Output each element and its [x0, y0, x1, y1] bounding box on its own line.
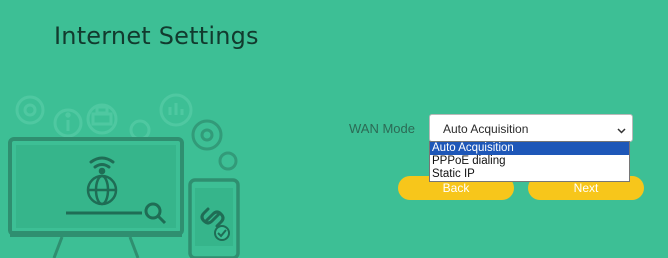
wan-option-pppoe-dialing[interactable]: PPPoE dialing	[430, 155, 629, 168]
gear-icon	[191, 119, 238, 171]
wan-option-auto-acquisition[interactable]: Auto Acquisition	[430, 142, 629, 155]
wan-mode-selected-value: Auto Acquisition	[443, 122, 529, 136]
page-title: Internet Settings	[54, 22, 259, 50]
printer-icon	[86, 103, 118, 135]
wan-mode-select[interactable]: Auto Acquisition	[429, 114, 633, 142]
chart-icon	[159, 93, 193, 127]
wan-mode-label: WAN Mode	[349, 121, 415, 136]
wan-option-static-ip[interactable]: Static IP	[430, 168, 629, 181]
info-icon	[53, 108, 83, 138]
router-illustration	[8, 93, 240, 258]
chevron-down-icon	[617, 124, 626, 138]
shield-check-icon	[214, 225, 230, 241]
internet-settings-page: Internet Settings WAN Mode Auto Acquisit…	[0, 0, 668, 258]
gear-icon	[15, 95, 45, 125]
wan-mode-dropdown-list: Auto Acquisition PPPoE dialing Static IP	[429, 141, 630, 182]
